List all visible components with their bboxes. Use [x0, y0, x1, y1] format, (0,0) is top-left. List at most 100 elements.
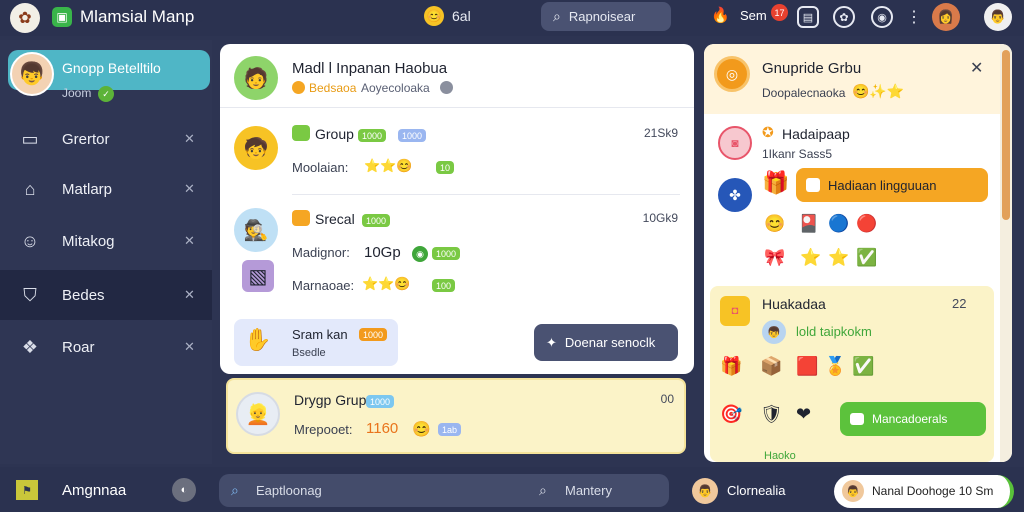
chat-value: 10Gp: [364, 244, 401, 261]
bottom-search-filter[interactable]: Mantery: [565, 483, 612, 498]
check-icon[interactable]: ✅: [856, 248, 877, 268]
bottom-search-bar[interactable]: ⌕ Eaptloonag ⌕ Mantery: [219, 474, 669, 507]
chat-row[interactable]: 🧒 Group 1000 1000 21Sk9 Moolaian: ⭐⭐😊 10: [220, 108, 694, 194]
chat-name: Srecal: [315, 211, 355, 227]
chat-value: 1160: [366, 420, 399, 437]
star-icon[interactable]: ⭐: [800, 248, 821, 268]
globe-icon[interactable]: 🔵: [828, 214, 849, 234]
sidebar-item-matlarp[interactable]: ⌂ Matlarp ✕: [0, 164, 212, 214]
app-icon[interactable]: ▣: [52, 7, 72, 27]
offer-badge: 1000: [359, 328, 388, 341]
chat-avatar[interactable]: 🧒: [234, 126, 278, 170]
gift-icon: 🎁: [762, 170, 790, 195]
group-avatar[interactable]: 🧑: [234, 56, 278, 100]
donate-button-label: Doenar senoclk: [564, 335, 656, 350]
smile-icon[interactable]: 😊: [764, 214, 785, 234]
message-icon: ◘: [720, 296, 750, 326]
sidebar-item-label: Mitakog: [62, 232, 115, 250]
close-icon[interactable]: ✕: [184, 339, 195, 355]
status-dot-icon: ✓: [98, 86, 114, 102]
user-avatar[interactable]: 👩: [932, 3, 960, 31]
close-icon[interactable]: ✕: [970, 58, 983, 78]
group-detail-panel: ◎ Gnupride Grbu ✕ Doopalecnaoka 😊✨⭐ ◙ ✪ …: [704, 44, 1012, 462]
check-icon[interactable]: ✅: [852, 356, 874, 377]
cube-icon: ▧: [242, 260, 274, 292]
highlighted-chat-row[interactable]: 👱 Drygp Grup 1000 00 Mrepooet: 1160 😊 1a…: [226, 378, 686, 454]
top-bar: ✿ ▣ Mlamsial Manp 😊 6al ⌕ Rapnoisear 🔥 S…: [0, 0, 1024, 36]
offer-card[interactable]: ✋ Sram kan 1000 Bsedle: [234, 319, 398, 366]
more-menu-icon[interactable]: ⋮: [906, 7, 922, 27]
briefcase-icon: ▭: [21, 128, 39, 149]
chat-list-title: Madl l Inpanan Haobua: [292, 60, 448, 77]
section-sub: 1Ikanr Sass5: [762, 147, 833, 161]
sticker-icon[interactable]: 🎴: [798, 214, 819, 234]
camera-icon: ◙: [718, 126, 752, 160]
sidebar-item-label: Grertor: [62, 130, 110, 148]
search-icon: ⌕: [553, 8, 561, 24]
chat-tag: 1000: [398, 129, 427, 142]
hadiaan-button[interactable]: Hadiaan lingguuan: [796, 168, 988, 202]
active-call-pill[interactable]: 👨 Nanal Doohoge 10 Sm: [834, 475, 1014, 508]
profile-avatar[interactable]: 👦: [10, 52, 54, 96]
message-title: Huakadaa: [762, 296, 826, 312]
emoji-icon[interactable]: 😊: [424, 6, 444, 26]
contact-name[interactable]: Clornealia: [727, 483, 786, 498]
top-username[interactable]: Sem: [740, 8, 767, 23]
chat-name: Group: [315, 126, 354, 142]
chat-row[interactable]: 🕵 Srecal 1000 10Gk9 Madignor: 10Gp ◉ 100…: [220, 194, 694, 304]
heart-icon[interactable]: ❤: [796, 404, 811, 425]
shield-icon: ⛉: [23, 284, 37, 305]
close-icon[interactable]: ✕: [184, 131, 195, 147]
top-search-input[interactable]: Rapnoisear: [569, 9, 636, 24]
contact-avatar[interactable]: 👨: [692, 478, 718, 504]
group-detail-header: ◎ Gnupride Grbu ✕ Doopalecnaoka 😊✨⭐: [704, 44, 1000, 114]
box-icon[interactable]: 📦: [760, 356, 782, 377]
shield-icon[interactable]: 🛡: [760, 404, 783, 425]
sidebar-item-grertor[interactable]: ▭ Grertor ✕: [0, 114, 212, 164]
close-icon[interactable]: ✕: [184, 233, 195, 249]
scrollbar-thumb[interactable]: [1002, 50, 1010, 220]
chat-avatar[interactable]: 🕵: [234, 208, 278, 252]
mancadoerals-button[interactable]: Mancadoerals: [840, 402, 986, 436]
document-icon[interactable]: ▤: [797, 6, 819, 28]
badge-icon[interactable]: 🔴: [856, 214, 877, 234]
mancadoerals-button-label: Mancadoerals: [872, 412, 948, 426]
offer-sub: Bsedle: [292, 347, 326, 359]
close-icon[interactable]: ✕: [184, 181, 195, 197]
sidebar-item-bedes[interactable]: ⛉ Bedes ✕: [0, 270, 212, 320]
people-icon: ☺: [20, 230, 40, 251]
info-icon[interactable]: [440, 81, 453, 94]
bottom-search-input[interactable]: Eaptloonag: [256, 483, 322, 498]
donate-button[interactable]: ✦ Doenar senoclk: [534, 324, 678, 361]
message-avatar[interactable]: 👦: [762, 320, 786, 344]
bottom-label[interactable]: Amgnnaa: [62, 482, 126, 499]
chat-avatar[interactable]: 👱: [236, 392, 280, 436]
gift-icon[interactable]: 🎁: [720, 356, 742, 377]
chat-bubble-icon: [850, 413, 864, 425]
chat-time: 21Sk9: [643, 126, 678, 140]
sidebar-item-mitakog[interactable]: ☺ Mitakog ✕: [0, 216, 212, 266]
message-link[interactable]: lold taipkokm: [796, 324, 872, 339]
target-icon[interactable]: 🎯: [720, 404, 742, 425]
notification-badge[interactable]: 17: [771, 4, 788, 21]
chat-list-card: 🧑 Madl l Inpanan Haobua Bedsaoa Aoyecolo…: [220, 44, 694, 374]
bow-icon[interactable]: 🎀: [764, 248, 785, 268]
top-search-bar[interactable]: ⌕ Rapnoisear: [541, 2, 671, 31]
badge-icon[interactable]: 🏅: [824, 356, 846, 377]
chat-tag: 10: [436, 161, 455, 174]
account-avatar[interactable]: 👨: [984, 3, 1012, 31]
bottom-avatar[interactable]: ◐: [172, 478, 196, 502]
star-icon[interactable]: ⭐: [828, 248, 849, 268]
gift-icon[interactable]: 🟥: [796, 356, 818, 377]
app-logo-icon[interactable]: ✿: [10, 3, 40, 33]
gift-small-icon: ✪: [762, 124, 774, 140]
flower-icon[interactable]: ✿: [833, 6, 855, 28]
flag-icon[interactable]: ⚑: [16, 480, 38, 500]
sidebar-item-roar[interactable]: ❖ Roar ✕: [0, 322, 212, 372]
chat-tag: 1000: [362, 214, 391, 227]
whatsapp-icon: ◉: [412, 246, 428, 262]
sidebar-item-label: Roar: [62, 338, 95, 356]
sparkle-icon: ✦: [546, 334, 557, 350]
close-icon[interactable]: ✕: [184, 287, 195, 303]
profile-icon[interactable]: ◉: [871, 6, 893, 28]
